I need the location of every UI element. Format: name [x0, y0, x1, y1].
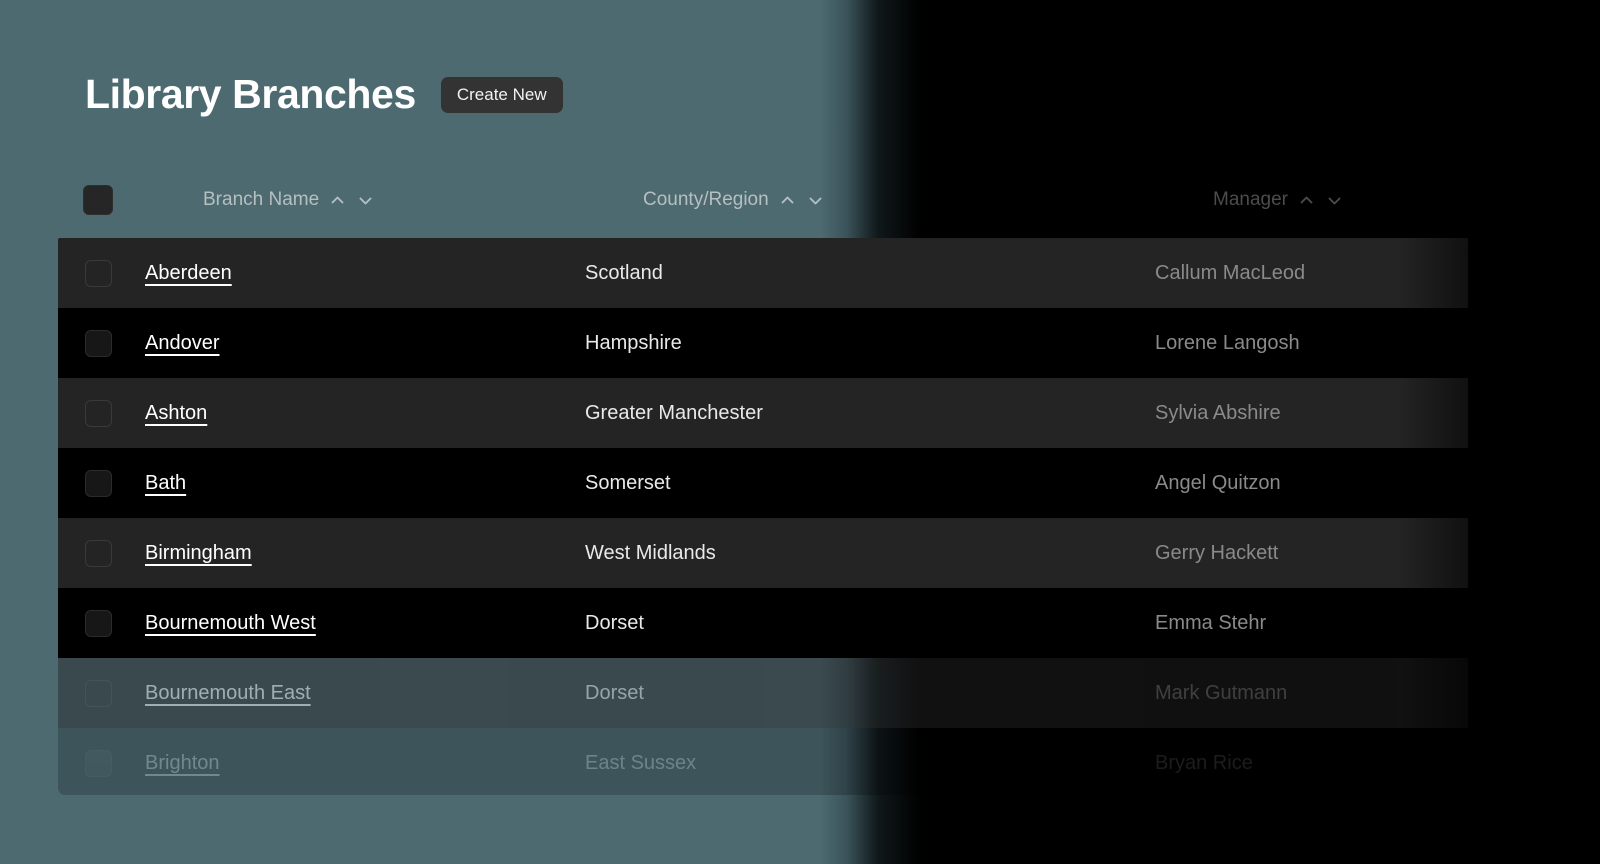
cell-county: Scotland — [585, 238, 663, 308]
cell-county: Greater Manchester — [585, 378, 763, 448]
column-header-label: Branch Name — [203, 189, 319, 211]
cell-branch-name: Birmingham — [145, 518, 252, 588]
county-text: East Sussex — [585, 752, 696, 775]
county-text: Scotland — [585, 262, 663, 285]
branch-name-link[interactable]: Birmingham — [145, 542, 252, 565]
cell-manager: Mark Gutmann — [1155, 658, 1287, 728]
county-text: Hampshire — [585, 332, 682, 355]
branch-name-link[interactable]: Bournemouth West — [145, 612, 316, 635]
row-select-checkbox[interactable] — [85, 470, 112, 497]
column-header-branch-name[interactable]: Branch Name — [203, 186, 375, 214]
table-row[interactable]: Bournemouth West Dorset Emma Stehr — [58, 588, 1468, 658]
cell-branch-name: Bournemouth West — [145, 588, 316, 658]
chevron-up-icon[interactable] — [328, 191, 347, 210]
cell-manager: Callum MacLeod — [1155, 238, 1305, 308]
manager-text: Emma Stehr — [1155, 612, 1266, 635]
manager-text: Sylvia Abshire — [1155, 402, 1281, 425]
cell-manager: Emma Stehr — [1155, 588, 1266, 658]
county-text: Dorset — [585, 612, 644, 635]
branches-table: Aberdeen Scotland Callum MacLeod Andover… — [58, 238, 1468, 795]
column-header-label: County/Region — [643, 189, 769, 211]
create-new-button[interactable]: Create New — [441, 77, 563, 113]
chevron-down-icon[interactable] — [356, 191, 375, 210]
row-select-checkbox[interactable] — [85, 750, 112, 777]
cell-branch-name: Bath — [145, 448, 186, 518]
app-root: Library Branches Create New Branch Name … — [0, 0, 1600, 864]
branch-name-link[interactable]: Ashton — [145, 402, 207, 425]
column-header-manager[interactable]: Manager — [1213, 186, 1344, 214]
table-row[interactable]: Birmingham West Midlands Gerry Hackett — [58, 518, 1468, 588]
cell-county: Somerset — [585, 448, 671, 518]
table-row[interactable]: Brighton East Sussex Bryan Rice — [58, 728, 1468, 795]
cell-branch-name: Bournemouth East — [145, 658, 311, 728]
cell-manager: Sylvia Abshire — [1155, 378, 1281, 448]
branch-name-link[interactable]: Andover — [145, 332, 220, 355]
branch-name-link[interactable]: Bournemouth East — [145, 682, 311, 705]
manager-text: Mark Gutmann — [1155, 682, 1287, 705]
cell-manager: Bryan Rice — [1155, 728, 1253, 795]
row-select-checkbox[interactable] — [85, 330, 112, 357]
table-row[interactable]: Andover Hampshire Lorene Langosh — [58, 308, 1468, 378]
cell-branch-name: Andover — [145, 308, 220, 378]
chevron-down-icon[interactable] — [806, 191, 825, 210]
row-select-checkbox[interactable] — [85, 680, 112, 707]
branch-name-link[interactable]: Brighton — [145, 752, 220, 775]
county-text: Somerset — [585, 472, 671, 495]
cell-county: Hampshire — [585, 308, 682, 378]
chevron-up-icon[interactable] — [778, 191, 797, 210]
cell-county: Dorset — [585, 658, 644, 728]
row-select-checkbox[interactable] — [85, 610, 112, 637]
manager-text: Bryan Rice — [1155, 752, 1253, 775]
cell-manager: Angel Quitzon — [1155, 448, 1281, 518]
cell-county: Dorset — [585, 588, 644, 658]
county-text: Greater Manchester — [585, 402, 763, 425]
table-row[interactable]: Aberdeen Scotland Callum MacLeod — [58, 238, 1468, 308]
page-title: Library Branches — [85, 74, 416, 115]
branch-name-link[interactable]: Aberdeen — [145, 262, 232, 285]
county-text: West Midlands — [585, 542, 716, 565]
column-header-county-region[interactable]: County/Region — [643, 186, 825, 214]
cell-branch-name: Ashton — [145, 378, 207, 448]
chevron-down-icon[interactable] — [1325, 191, 1344, 210]
manager-text: Lorene Langosh — [1155, 332, 1300, 355]
cell-county: West Midlands — [585, 518, 716, 588]
page-header: Library Branches Create New — [85, 74, 563, 115]
select-all-checkbox[interactable] — [83, 185, 113, 215]
manager-text: Angel Quitzon — [1155, 472, 1281, 495]
table-row[interactable]: Bournemouth East Dorset Mark Gutmann — [58, 658, 1468, 728]
table-row[interactable]: Ashton Greater Manchester Sylvia Abshire — [58, 378, 1468, 448]
row-select-checkbox[interactable] — [85, 400, 112, 427]
table-column-header: Branch Name County/Region Manager — [58, 176, 1468, 238]
cell-manager: Lorene Langosh — [1155, 308, 1300, 378]
branch-name-link[interactable]: Bath — [145, 472, 186, 495]
cell-branch-name: Brighton — [145, 728, 220, 795]
cell-county: East Sussex — [585, 728, 696, 795]
column-header-label: Manager — [1213, 189, 1288, 211]
county-text: Dorset — [585, 682, 644, 705]
chevron-up-icon[interactable] — [1297, 191, 1316, 210]
manager-text: Gerry Hackett — [1155, 542, 1278, 565]
manager-text: Callum MacLeod — [1155, 262, 1305, 285]
row-select-checkbox[interactable] — [85, 260, 112, 287]
table-row[interactable]: Bath Somerset Angel Quitzon — [58, 448, 1468, 518]
cell-branch-name: Aberdeen — [145, 238, 232, 308]
row-select-checkbox[interactable] — [85, 540, 112, 567]
cell-manager: Gerry Hackett — [1155, 518, 1278, 588]
